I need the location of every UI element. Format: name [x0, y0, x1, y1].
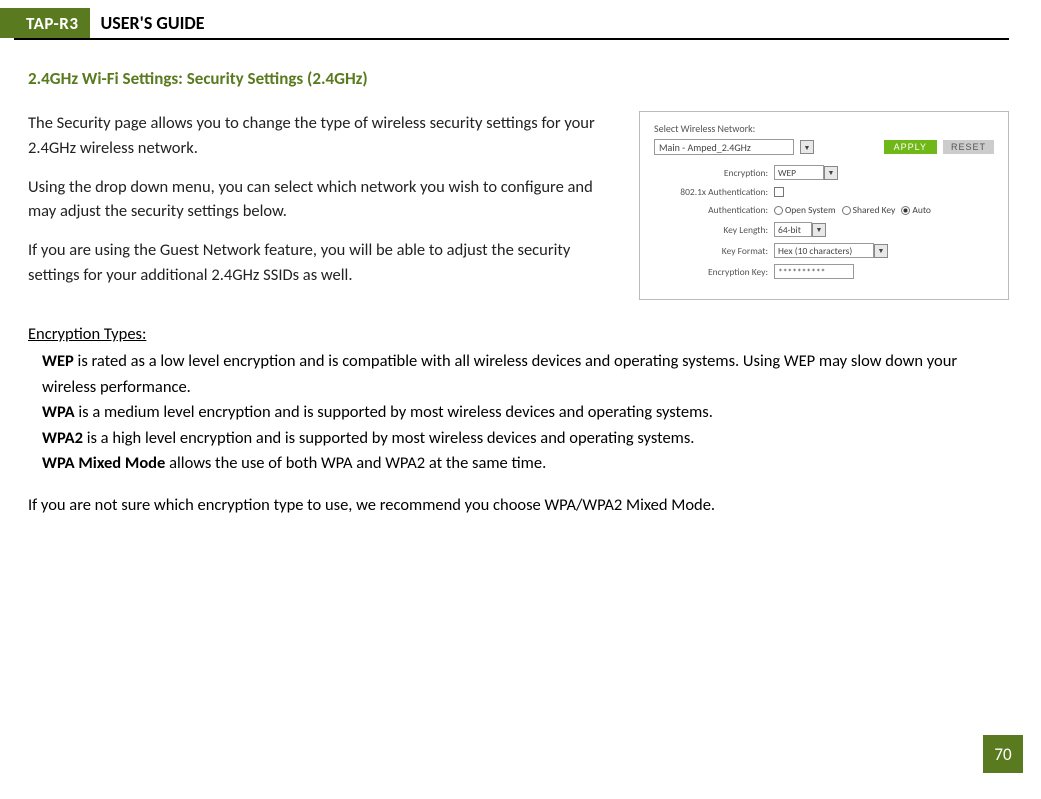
- label-auth: Authentication:: [654, 204, 774, 216]
- opt-auto: Auto: [912, 204, 931, 216]
- enc-wep: WEP is rated as a low level encryption a…: [42, 349, 1009, 400]
- keylen-select[interactable]: 64-bit: [774, 222, 812, 237]
- dropdown-icon[interactable]: ▼: [800, 140, 814, 154]
- settings-figure: Select Wireless Network: Main - Amped_2.…: [639, 111, 1009, 300]
- enc-mixed: WPA Mixed Mode allows the use of both WP…: [42, 451, 1009, 477]
- page-number: 70: [983, 735, 1023, 773]
- dropdown-icon[interactable]: ▼: [874, 244, 888, 258]
- intro-text: The Security page allows you to change t…: [28, 111, 619, 302]
- radio-auto[interactable]: [901, 206, 910, 215]
- encryption-select[interactable]: WEP: [774, 165, 824, 180]
- encryption-types: Encryption Types: WEP is rated as a low …: [28, 322, 1009, 477]
- row-enckey: Encryption Key: **********: [654, 264, 994, 279]
- paragraph-1: The Security page allows you to change t…: [28, 111, 619, 161]
- enckey-input[interactable]: **********: [774, 264, 854, 279]
- row-auth: Authentication: Open System Shared Key A…: [654, 204, 994, 216]
- fig-top-row: Main - Amped_2.4GHz ▼ APPLY RESET: [654, 139, 994, 155]
- row-keyfmt: Key Format: Hex (10 characters) ▼: [654, 243, 994, 258]
- checkbox-8021x[interactable]: [774, 187, 784, 197]
- row-encryption: Encryption: WEP ▼: [654, 165, 994, 180]
- dropdown-icon[interactable]: ▼: [812, 223, 826, 237]
- section-heading: 2.4GHz Wi-Fi Settings: Security Settings…: [28, 68, 1009, 89]
- header-accent: [0, 8, 14, 38]
- network-select[interactable]: Main - Amped_2.4GHz: [654, 139, 794, 155]
- enc-wpa2: WPA2 is a high level encryption and is s…: [42, 426, 1009, 452]
- radio-shared[interactable]: [842, 206, 851, 215]
- opt-shared: Shared Key: [853, 204, 896, 216]
- radio-open[interactable]: [774, 206, 783, 215]
- intro-row: The Security page allows you to change t…: [28, 111, 1009, 302]
- label-keylen: Key Length:: [654, 224, 774, 236]
- reset-button[interactable]: RESET: [943, 140, 994, 154]
- recommendation-text: If you are not sure which encryption typ…: [28, 495, 1009, 515]
- label-8021x: 802.1x Authentication:: [654, 186, 774, 198]
- fig-select-label: Select Wireless Network:: [654, 122, 994, 135]
- row-keylen: Key Length: 64-bit ▼: [654, 222, 994, 237]
- header-badge: TAP-R3: [14, 8, 90, 38]
- enc-wpa: WPA is a medium level encryption and is …: [42, 400, 1009, 426]
- apply-button[interactable]: APPLY: [884, 140, 937, 154]
- opt-open: Open System: [785, 204, 836, 216]
- dropdown-icon[interactable]: ▼: [824, 166, 838, 180]
- row-8021x: 802.1x Authentication:: [654, 186, 994, 198]
- page-content: 2.4GHz Wi-Fi Settings: Security Settings…: [0, 40, 1041, 515]
- encryption-heading: Encryption Types:: [28, 322, 1009, 348]
- paragraph-2: Using the drop down menu, you can select…: [28, 175, 619, 225]
- paragraph-3: If you are using the Guest Network featu…: [28, 238, 619, 288]
- header-title: USER'S GUIDE: [90, 8, 204, 38]
- doc-header: TAP-R3 USER'S GUIDE: [0, 8, 1041, 38]
- label-enckey: Encryption Key:: [654, 266, 774, 278]
- network-select-value: Main - Amped_2.4GHz: [659, 141, 751, 154]
- label-keyfmt: Key Format:: [654, 245, 774, 257]
- keyfmt-select[interactable]: Hex (10 characters): [774, 243, 874, 258]
- label-encryption: Encryption:: [654, 167, 774, 179]
